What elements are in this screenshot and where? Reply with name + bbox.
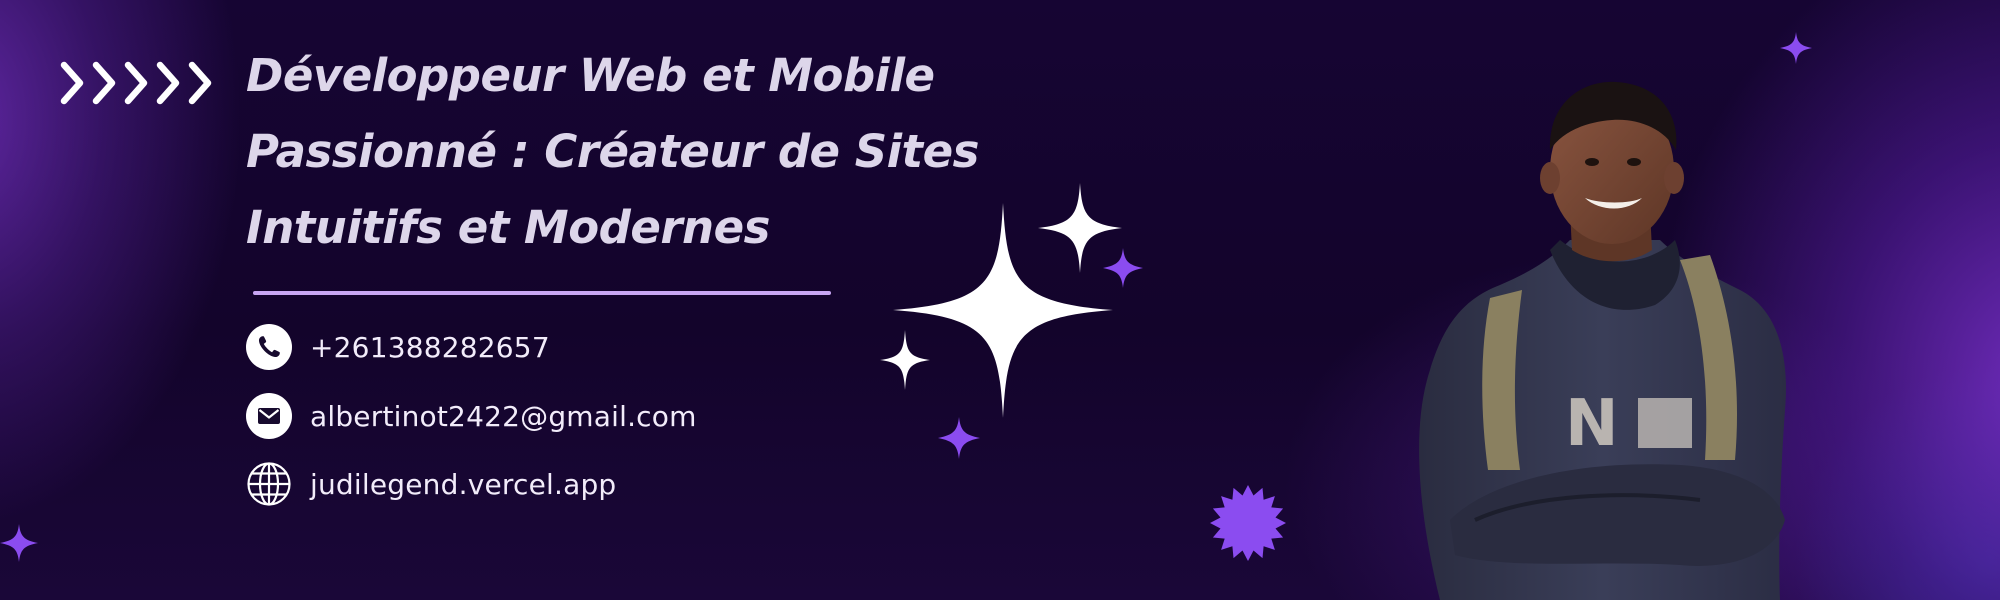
purple-star-icon bbox=[938, 417, 980, 459]
contact-phone[interactable]: +261388282657 bbox=[246, 323, 550, 371]
phone-number: +261388282657 bbox=[310, 330, 550, 364]
chevron-right-icon bbox=[92, 61, 116, 105]
contact-website[interactable]: judilegend.vercel.app bbox=[246, 460, 616, 508]
banner: Développeur Web et Mobile Passionné : Cr… bbox=[0, 0, 2000, 600]
portrait-photo: N bbox=[1419, 81, 1786, 600]
shirt-print: N bbox=[1565, 387, 1619, 461]
contact-email[interactable]: albertinot2422@gmail.com bbox=[246, 392, 697, 440]
globe-icon bbox=[247, 462, 291, 506]
chevron-right-icon bbox=[124, 61, 148, 105]
chevrons-decoration bbox=[60, 61, 212, 105]
headline-line-2: Passionné : Créateur de Sites bbox=[246, 125, 979, 178]
website-url: judilegend.vercel.app bbox=[310, 467, 617, 501]
email-address: albertinot2422@gmail.com bbox=[310, 399, 697, 433]
chevron-right-icon bbox=[156, 61, 180, 105]
divider bbox=[253, 291, 831, 295]
purple-star-icon bbox=[0, 524, 38, 562]
mail-icon bbox=[246, 393, 292, 439]
small-sparkle-icon bbox=[880, 330, 930, 390]
chevron-right-icon bbox=[188, 61, 212, 105]
headline-line-1: Développeur Web et Mobile bbox=[246, 49, 935, 102]
phone-icon bbox=[246, 324, 292, 370]
purple-star-icon bbox=[1103, 248, 1143, 288]
chevron-right-icon bbox=[60, 61, 84, 105]
purple-starburst-icon bbox=[1210, 485, 1286, 561]
